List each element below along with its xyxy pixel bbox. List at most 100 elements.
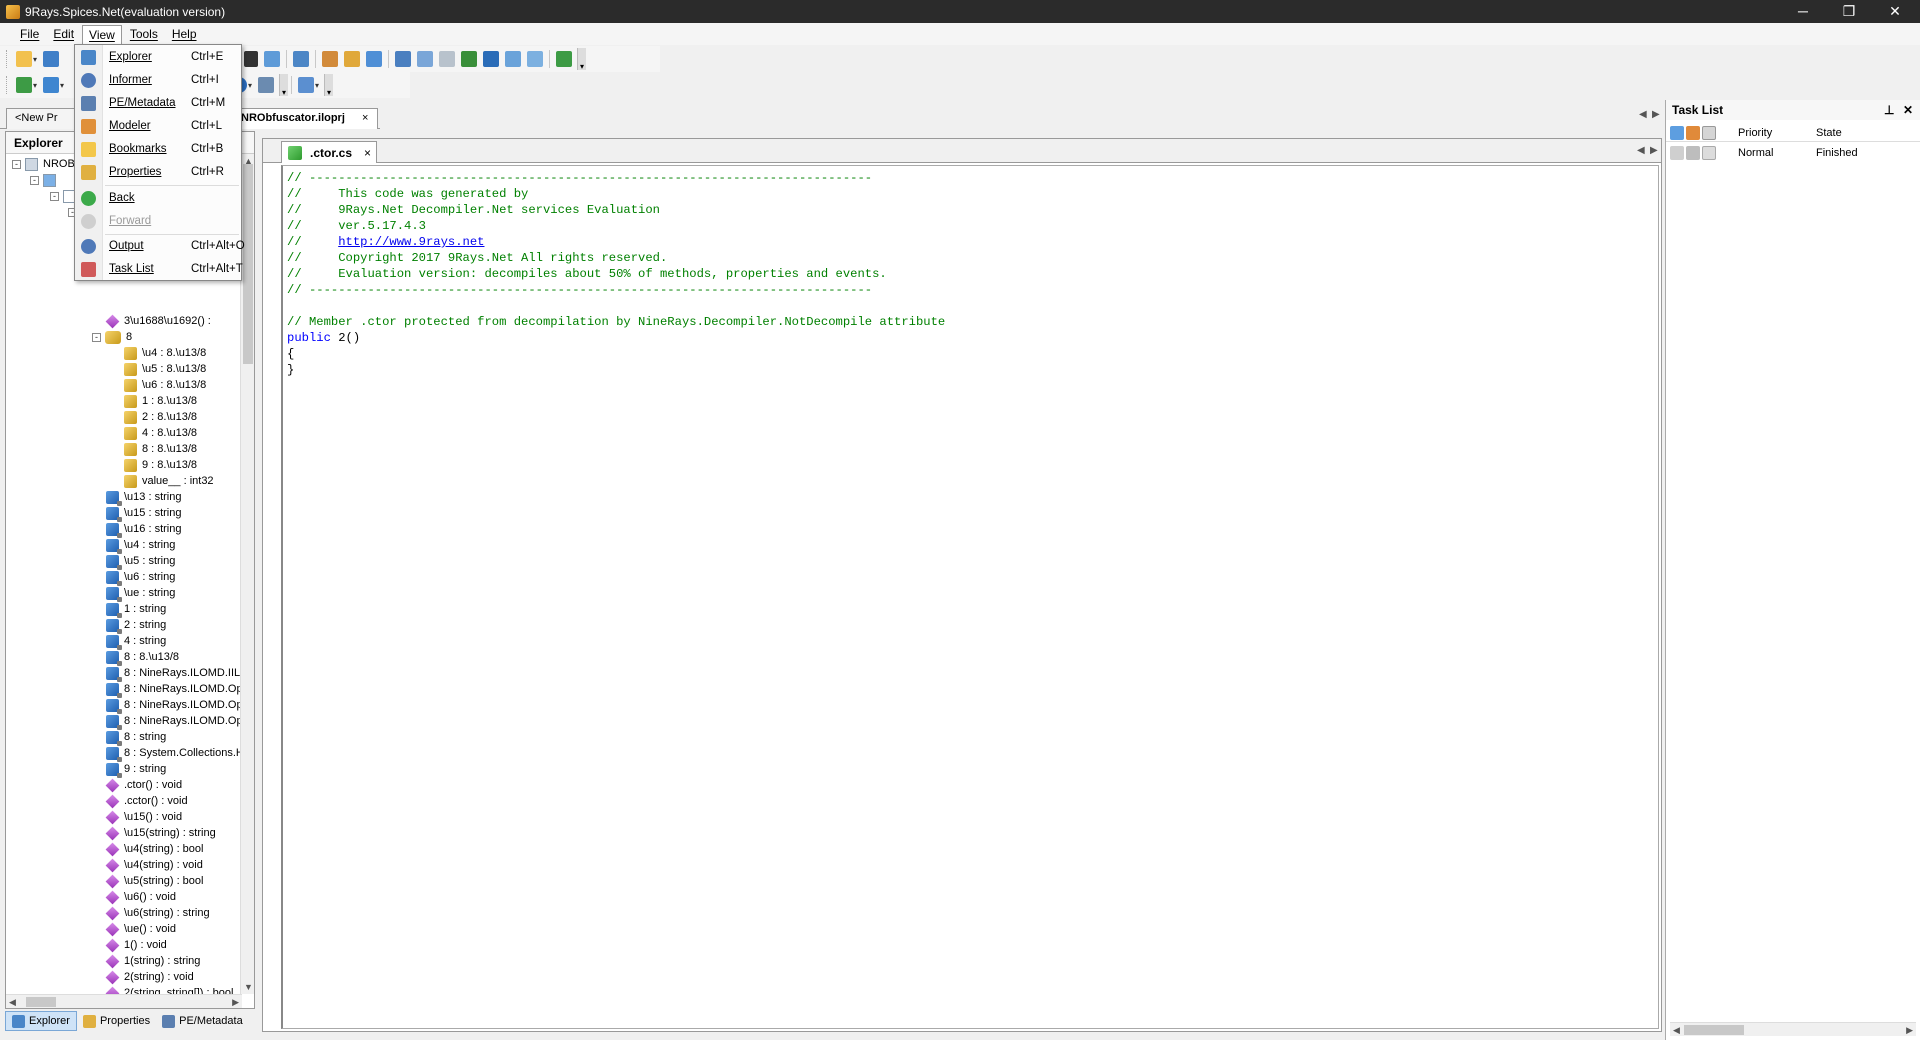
tree-member-row[interactable]: \u13 : string xyxy=(106,489,181,506)
tree-member-row[interactable]: \u5 : string xyxy=(106,553,175,570)
mail-icon[interactable] xyxy=(293,51,310,67)
tree-member-row[interactable]: 8 : NineRays.ILOMD.IILO xyxy=(106,665,242,682)
menu-item-back[interactable]: Back xyxy=(75,188,241,208)
panel-tab-explorer[interactable]: Explorer xyxy=(5,1011,77,1031)
tree-member-row[interactable]: \u5(string) : bool xyxy=(105,873,203,889)
assembly-icon[interactable] xyxy=(258,77,275,93)
tree-hscroll-thumb[interactable] xyxy=(26,997,56,1007)
tree-member-row[interactable]: \u6() : void xyxy=(105,889,176,905)
task-row[interactable]: Normal Finished xyxy=(1666,144,1920,162)
export-icon[interactable] xyxy=(527,51,544,67)
tree-member-row[interactable]: 8 : NineRays.ILOMD.Optio xyxy=(106,713,242,730)
settings-gear-icon[interactable] xyxy=(264,51,281,67)
close-window-button[interactable]: ✕ xyxy=(1872,0,1918,23)
tree-vertical-scrollbar[interactable]: ▲ ▼ xyxy=(240,154,254,994)
tree-member-row[interactable]: 4 : string xyxy=(106,633,166,650)
toolbar-overflow[interactable]: ▾ xyxy=(577,48,587,71)
task-scroll-left-icon[interactable]: ◀ xyxy=(1673,1025,1680,1036)
tree-member-row[interactable]: 3\u1688\u1692() : xyxy=(105,313,211,329)
tree-member-row[interactable]: \u16 : string xyxy=(106,521,181,538)
toolbar-grip[interactable] xyxy=(6,50,9,68)
tree-member-row[interactable]: \u15(string) : string xyxy=(105,825,216,841)
menu-item-modeler[interactable]: Modeler Ctrl+L xyxy=(75,116,241,136)
tree-member-row[interactable]: 2 : 8.\u13/8 xyxy=(124,409,197,425)
task-list-hscrollbar[interactable]: ◀ ▶ xyxy=(1670,1022,1916,1036)
validate-icon[interactable] xyxy=(483,51,500,67)
close-tab-icon[interactable]: × xyxy=(364,146,371,160)
tree-member-row[interactable]: .cctor() : void xyxy=(105,793,188,809)
tree-member-row[interactable]: \u5 : 8.\u13/8 xyxy=(124,361,206,377)
tree-member-row[interactable]: 8 : 8.\u13/8 xyxy=(106,649,179,666)
menu-item-output[interactable]: Output Ctrl+Alt+O xyxy=(75,236,245,256)
toolbar-overflow-3[interactable]: ▾ xyxy=(279,74,289,97)
tree-horizontal-scrollbar[interactable]: ◀ ▶ xyxy=(6,994,242,1008)
menu-view[interactable]: View xyxy=(82,24,122,44)
navigate-icon[interactable] xyxy=(43,77,60,93)
tree-member-row[interactable]: 4 : 8.\u13/8 xyxy=(124,425,197,441)
toolbar-grip-2[interactable] xyxy=(6,76,9,94)
new-dropdown-icon[interactable]: ▾ xyxy=(33,81,37,90)
tree-member-row[interactable]: \u4(string) : void xyxy=(105,857,203,873)
toolbar-overflow-4[interactable]: ▾ xyxy=(324,74,334,97)
menu-help[interactable]: Help xyxy=(166,25,203,43)
tree-member-row[interactable]: \u6(string) : string xyxy=(105,905,210,921)
menu-item-task-list[interactable]: Task List Ctrl+Alt+T xyxy=(75,259,243,279)
tree-member-row[interactable]: \u4 : 8.\u13/8 xyxy=(124,345,206,361)
code-view[interactable]: // -------------------------------------… xyxy=(281,165,1659,1029)
add-task-icon[interactable] xyxy=(1670,126,1684,140)
tree-member-row[interactable]: 8 : string xyxy=(106,729,166,746)
compare-icon[interactable] xyxy=(417,51,434,67)
tree-root[interactable]: - NROB xyxy=(12,156,75,172)
tree-member-row[interactable]: 1 : string xyxy=(106,601,166,618)
tabs-scroll-right-icon[interactable]: ▶ xyxy=(1652,109,1660,120)
tree-member-row[interactable]: 8 : NineRays.ILOMD.Optio xyxy=(106,681,242,698)
tree-member-row[interactable]: \u4(string) : bool xyxy=(105,841,203,857)
task-scroll-right-icon[interactable]: ▶ xyxy=(1906,1025,1913,1036)
menu-item-explorer[interactable]: Explorer Ctrl+E xyxy=(75,47,241,67)
column-state[interactable]: State xyxy=(1816,127,1842,139)
task-hscroll-thumb[interactable] xyxy=(1684,1025,1744,1035)
tree-member-row[interactable]: .ctor() : void xyxy=(105,777,182,793)
tree-member-row[interactable]: 2(string, string[]) : bool xyxy=(105,985,233,994)
window-icon[interactable] xyxy=(366,51,383,67)
code-link[interactable]: http://www.9rays.net xyxy=(338,235,484,249)
tree-scroll-thumb[interactable] xyxy=(243,164,253,364)
panel-tab-properties[interactable]: Properties xyxy=(77,1011,156,1031)
tree-member-row[interactable]: \u15 : string xyxy=(106,505,181,522)
close-panel-icon[interactable]: ✕ xyxy=(1903,103,1913,117)
menu-item-informer[interactable]: Informer Ctrl+I xyxy=(75,70,241,90)
find-binoculars-icon[interactable] xyxy=(244,51,259,67)
collapse-icon[interactable]: - xyxy=(12,159,21,169)
preview-icon[interactable] xyxy=(505,51,522,67)
delete-task-icon[interactable] xyxy=(1686,126,1700,140)
tree-member-row[interactable]: 8 : NineRays.ILOMD.Optio xyxy=(106,697,242,714)
tree-member-row[interactable]: 1() : void xyxy=(105,937,167,953)
collapse-icon[interactable]: - xyxy=(92,332,101,342)
menu-file[interactable]: File xyxy=(14,25,45,43)
editor-tabs-right-icon[interactable]: ▶ xyxy=(1650,145,1658,156)
menu-item-bookmarks[interactable]: Bookmarks Ctrl+B xyxy=(75,139,241,159)
obfuscate-icon[interactable] xyxy=(322,51,339,67)
menu-item-pe-metadata[interactable]: PE/Metadata Ctrl+M xyxy=(75,93,241,113)
collapse-icon[interactable]: - xyxy=(30,175,39,185)
open-folder-icon[interactable] xyxy=(16,51,32,67)
column-priority[interactable]: Priority xyxy=(1738,127,1772,139)
tree-member-row[interactable]: 8 : System.Collections.Ha xyxy=(106,745,242,762)
tree-member-row[interactable]: value__ : int32 xyxy=(124,473,214,489)
plugin-icon[interactable] xyxy=(556,51,573,67)
navigate-dropdown-icon[interactable]: ▾ xyxy=(60,81,64,90)
tab-new-project[interactable]: <New Pr xyxy=(6,108,80,129)
tree-member-row[interactable]: 2(string) : void xyxy=(105,969,194,985)
tree-member-row[interactable]: 8 : 8.\u13/8 xyxy=(124,441,197,457)
document-icon[interactable] xyxy=(298,77,315,93)
tree-member-row[interactable]: \u6 : 8.\u13/8 xyxy=(124,377,206,393)
tree-member-row[interactable]: \u15() : void xyxy=(105,809,182,825)
scroll-down-icon[interactable]: ▼ xyxy=(244,982,253,992)
task-checkbox-icon[interactable] xyxy=(1670,146,1684,160)
globe-dropdown-icon[interactable]: ▾ xyxy=(248,81,252,90)
save-icon[interactable] xyxy=(43,51,60,67)
tree-member-row[interactable]: \ue : string xyxy=(106,585,175,602)
document-dropdown-icon[interactable]: ▾ xyxy=(315,81,319,90)
tree-member-row[interactable]: -8 xyxy=(92,329,132,345)
menu-edit[interactable]: Edit xyxy=(47,25,80,43)
